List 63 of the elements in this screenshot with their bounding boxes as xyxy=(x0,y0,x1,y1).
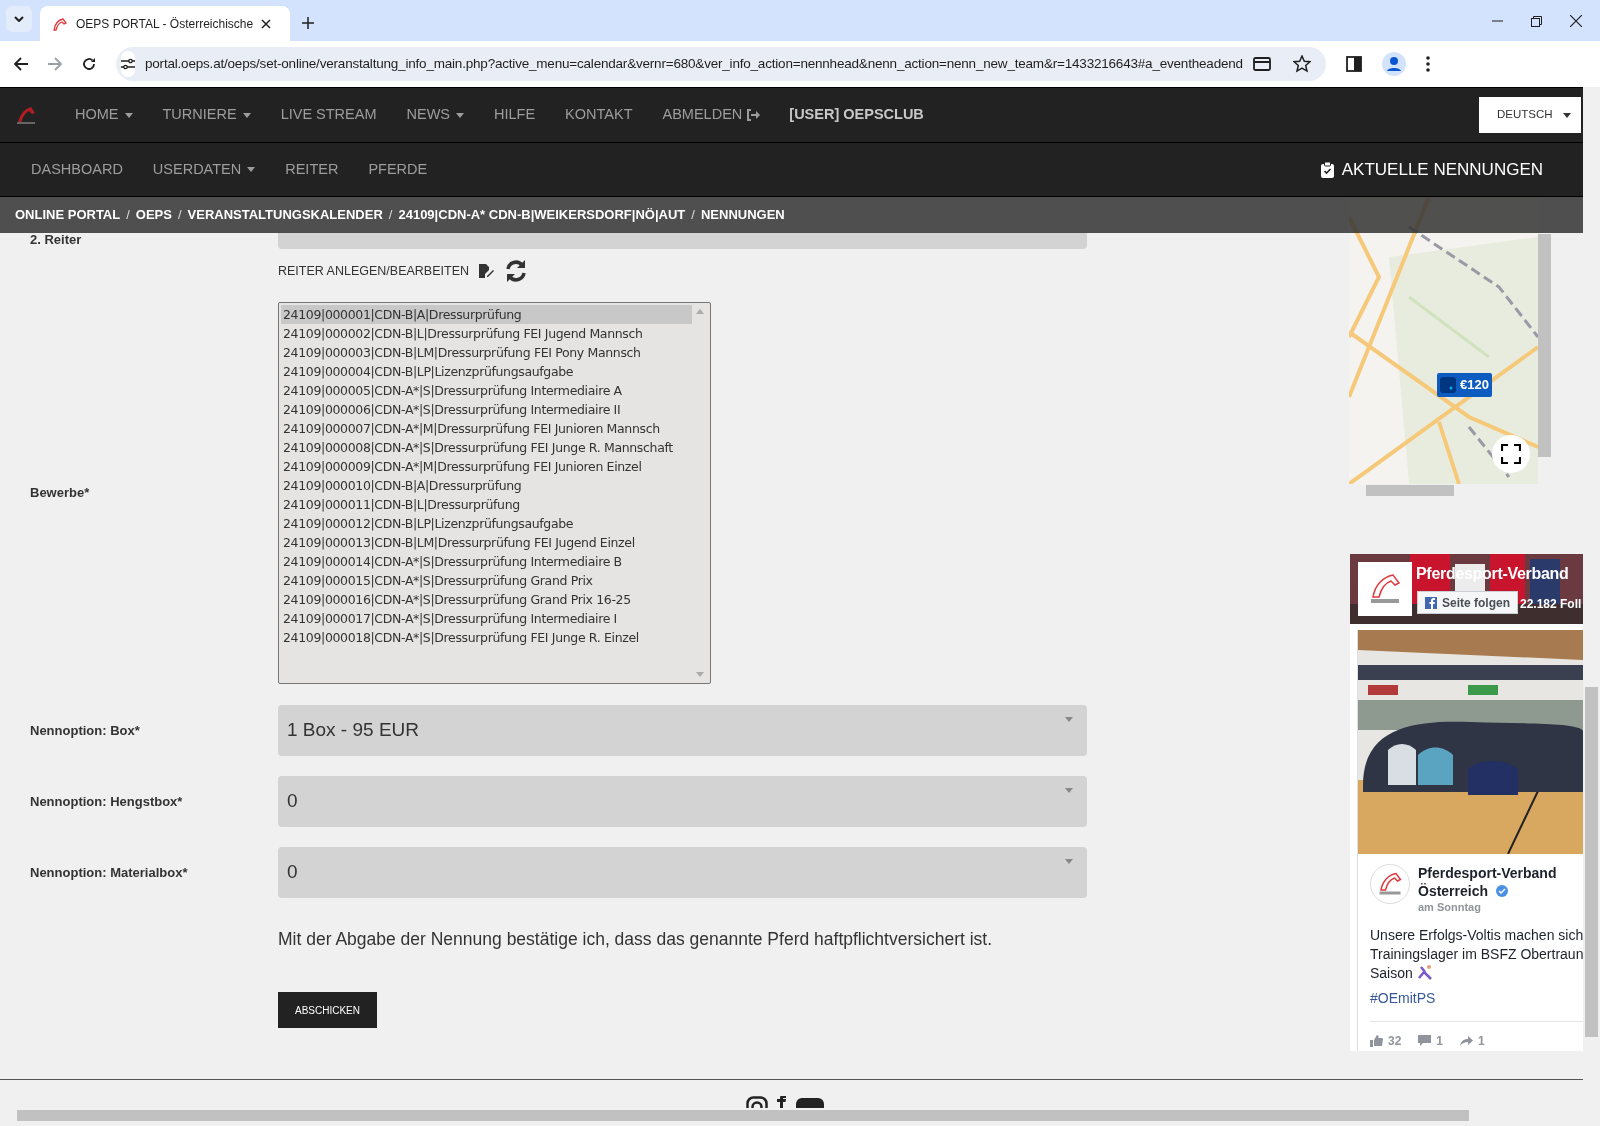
competition-option[interactable]: 24109|000014|CDN-A*|S|Dressurprüfung Intermediaire B xyxy=(281,552,692,571)
competition-option[interactable]: 24109|000004|CDN-B|LP|Lizenzprüfungsaufgabe xyxy=(281,362,692,381)
submit-button[interactable]: ABSCHICKEN xyxy=(278,992,377,1029)
competition-option[interactable]: 24109|000015|CDN-A*|S|Dressurprüfung Grand Prix xyxy=(281,571,692,590)
breadcrumb-link[interactable]: VERANSTALTUNGSKALENDER xyxy=(187,205,383,225)
post-author[interactable]: Pferdesport-Verband Österreich xyxy=(1418,864,1557,900)
option-select[interactable]: 0 xyxy=(278,847,1087,898)
url-text: portal.oeps.at/oeps/set-online/veranstaltung_info_main.php?active_menu=calendar&vernr=680&ver_info_action=nennhead&nenn_action=nenn_new_team&r=1433216643#a_eventheadend xyxy=(145,54,1243,73)
follower-count: 22.182 Foll xyxy=(1520,596,1582,613)
hashtag-link[interactable]: #OEmitPS xyxy=(1370,987,1583,1009)
competition-option[interactable]: 24109|000017|CDN-A*|S|Dressurprüfung Intermediaire I xyxy=(281,609,692,628)
competition-option[interactable]: 24109|000008|CDN-A*|S|Dressurprüfung FEI Junge R. Mannschaft xyxy=(281,438,692,457)
field-label: 2. Reiter xyxy=(30,230,83,249)
competition-option[interactable]: 24109|000016|CDN-A*|S|Dressurprüfung Grand Prix 16-25 xyxy=(281,590,692,609)
competition-option[interactable]: 24109|000005|CDN-A*|S|Dressurprüfung Intermediaire A xyxy=(281,381,692,400)
price-marker[interactable]: €120 xyxy=(1437,373,1492,397)
option-select[interactable]: 1 Box - 95 EUR xyxy=(278,705,1087,756)
field-label: Nennoption: Box* xyxy=(30,721,141,740)
competition-option[interactable]: 24109|000011|CDN-B|L|Dressurprüfung xyxy=(281,495,692,514)
post-time: am Sonntag xyxy=(1418,900,1482,915)
post-text: Unsere Erfolgs-Voltis machen sich Trainingslager im BSFZ Obertraun Saison xyxy=(1370,925,1583,983)
user-link[interactable]: [USER] OEPSCLUB xyxy=(775,104,938,126)
browser-tab[interactable]: OEPS PORTAL - Österreichische xyxy=(40,6,290,41)
competition-option[interactable]: 24109|000018|CDN-A*|S|Dressurprüfung FEI Junge R. Einzel xyxy=(281,628,692,647)
breadcrumb-separator: / xyxy=(176,206,183,225)
breadcrumb-separator: / xyxy=(125,206,131,225)
nav-link[interactable]: LIVE STREAM xyxy=(265,104,392,126)
follow-button[interactable]: Seite folgen xyxy=(1417,591,1518,614)
competition-option[interactable]: 24109|000002|CDN-B|L|Dressurprüfung FEI Jugend Mannsch xyxy=(281,324,692,343)
nav-link[interactable]: ABMELDEN xyxy=(647,104,776,126)
field-label: Nennoption: Hengstbox* xyxy=(30,792,184,811)
nav-link[interactable]: NEWS xyxy=(391,104,479,126)
nav-link[interactable]: HILFE xyxy=(479,104,551,126)
competition-option[interactable]: 24109|000009|CDN-A*|M|Dressurprüfung FEI Junioren Einzel xyxy=(281,457,692,476)
competition-option[interactable]: 24109|000012|CDN-B|LP|Lizenzprüfungsaufgabe xyxy=(281,514,692,533)
competition-option[interactable]: 24109|000006|CDN-A*|S|Dressurprüfung Intermediaire II xyxy=(281,400,692,419)
language-select[interactable]: DEUTSCH xyxy=(1479,97,1581,133)
option-select[interactable]: 0 xyxy=(278,776,1087,827)
nav-link[interactable]: TURNIERE xyxy=(147,104,266,126)
nav-link[interactable]: HOME xyxy=(60,104,148,126)
current-entries-link[interactable]: AKTUELLE NENNUNGEN xyxy=(1320,156,1543,183)
breadcrumb-link[interactable]: NENNUNGEN xyxy=(700,205,785,225)
nav-link[interactable]: REITER xyxy=(270,158,354,181)
competition-option[interactable]: 24109|000010|CDN-B|A|Dressurprüfung xyxy=(281,476,692,495)
competition-option[interactable]: 24109|000003|CDN-B|LM|Dressurprüfung FEI Pony Mannsch xyxy=(281,343,692,362)
breadcrumb-link[interactable]: ONLINE PORTAL xyxy=(15,205,121,225)
breadcrumb-separator: / xyxy=(387,206,394,225)
rider-edit-link[interactable]: REITER ANLEGEN/BEARBEITEN xyxy=(278,261,470,281)
nav-link[interactable]: USERDATEN xyxy=(137,158,271,181)
address-bar[interactable]: portal.oeps.at/oeps/set-online/veranstaltung_info_main.php?active_menu=calendar&vernr=680&ver_info_action=nennhead&nenn_action=nenn_new_team&r=1433216643#a_eventheadend xyxy=(116,47,1326,81)
competition-option[interactable]: 24109|000013|CDN-B|LM|Dressurprüfung FEI Jugend Einzel xyxy=(281,533,692,552)
nav-link[interactable]: KONTAKT xyxy=(550,104,648,126)
tab-title: OEPS PORTAL - Österreichische xyxy=(76,15,254,33)
nav-link[interactable]: PFERDE xyxy=(353,158,443,181)
insurance-notice: Mit der Abgabe der Nennung bestätige ich, dass das genannte Pferd haftpflichtversichert ist. xyxy=(278,928,994,951)
nav-link[interactable]: DASHBOARD xyxy=(16,158,138,181)
field-label: Nennoption: Materialbox* xyxy=(30,863,189,882)
breadcrumb-link[interactable]: 24109|CDN-A* CDN-B|WEIKERSDORF|NÖ|AUT xyxy=(398,205,686,225)
competition-option[interactable]: 24109|000001|CDN-B|A|Dressurprüfung xyxy=(281,305,692,324)
competition-option[interactable]: 24109|000007|CDN-A*|M|Dressurprüfung FEI Junioren Mannsch xyxy=(281,419,692,438)
field-label: Bewerbe* xyxy=(30,484,91,503)
breadcrumb-separator: / xyxy=(690,206,696,225)
breadcrumb-link[interactable]: OEPS xyxy=(135,205,172,225)
